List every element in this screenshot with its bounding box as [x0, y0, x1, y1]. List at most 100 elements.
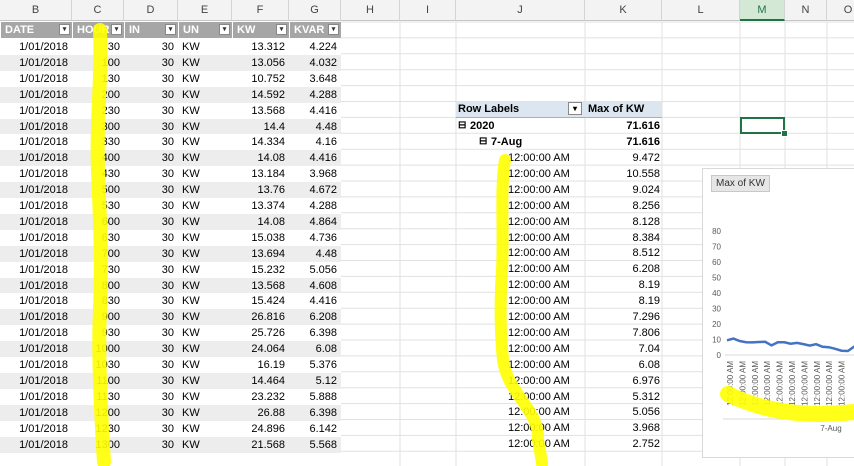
pivot-row-label[interactable]: 12:00:00 AM — [508, 436, 570, 452]
table-cell-in[interactable]: 30 — [124, 87, 178, 103]
table-cell-un[interactable]: KW — [178, 309, 232, 325]
column-header-e[interactable]: E — [178, 0, 232, 21]
pivot-row-label[interactable]: 12:00:00 AM — [508, 420, 570, 436]
table-cell-in[interactable]: 30 — [124, 55, 178, 71]
filter-dropdown-icon[interactable]: ▾ — [328, 24, 339, 35]
filter-dropdown-icon[interactable]: ▾ — [276, 24, 287, 35]
table-cell-kvar[interactable]: 4.288 — [289, 198, 341, 214]
table-cell-kvar[interactable]: 4.416 — [289, 293, 341, 309]
table-cell-kw[interactable]: 24.064 — [232, 341, 289, 357]
table-cell-in[interactable]: 30 — [124, 262, 178, 278]
table-cell-kw[interactable]: 26.88 — [232, 405, 289, 421]
column-header-j[interactable]: J — [456, 0, 585, 21]
table-cell-kvar[interactable]: 6.142 — [289, 421, 341, 437]
pivot-row-value[interactable]: 7.806 — [632, 325, 660, 341]
pivot-row-label[interactable]: 12:00:00 AM — [508, 389, 570, 405]
pivot-row-value[interactable]: 3.968 — [632, 420, 660, 436]
table-cell-kvar[interactable]: 4.032 — [289, 55, 341, 71]
series-line[interactable] — [726, 337, 854, 353]
filter-dropdown-icon[interactable]: ▾ — [165, 24, 176, 35]
table-cell-kw[interactable]: 24.896 — [232, 421, 289, 437]
table-cell-in[interactable]: 30 — [124, 150, 178, 166]
pivot-row-value[interactable]: 10.558 — [626, 166, 660, 182]
table-cell-kvar[interactable]: 5.376 — [289, 357, 341, 373]
pivot-row-label[interactable]: 12:00:00 AM — [508, 230, 570, 246]
pivot-row-label[interactable]: 12:00:00 AM — [508, 166, 570, 182]
table-cell-hour[interactable]: 1200 — [72, 405, 124, 421]
table-cell-kw[interactable]: 14.592 — [232, 87, 289, 103]
pivot-row-value[interactable]: 8.384 — [632, 230, 660, 246]
table-cell-in[interactable]: 30 — [124, 230, 178, 246]
table-cell-hour[interactable]: 1230 — [72, 421, 124, 437]
table-cell-kw[interactable]: 13.374 — [232, 198, 289, 214]
table-cell-kw[interactable]: 15.232 — [232, 262, 289, 278]
column-header-d[interactable]: D — [124, 0, 178, 21]
table-cell-date[interactable]: 1/01/2018 — [0, 103, 72, 119]
table-cell-in[interactable]: 30 — [124, 421, 178, 437]
pivot-row-value[interactable]: 8.19 — [639, 277, 660, 293]
table-cell-in[interactable]: 30 — [124, 278, 178, 294]
pivot-row-label[interactable]: 12:00:00 AM — [508, 214, 570, 230]
table-cell-un[interactable]: KW — [178, 55, 232, 71]
table-cell-in[interactable]: 30 — [124, 325, 178, 341]
table-cell-hour[interactable]: 230 — [72, 103, 124, 119]
pivot-row-value[interactable]: 2.752 — [632, 436, 660, 452]
table-cell-kvar[interactable]: 3.648 — [289, 71, 341, 87]
table-cell-hour[interactable]: 30 — [72, 39, 124, 55]
table-cell-hour[interactable]: 100 — [72, 55, 124, 71]
table-cell-in[interactable]: 30 — [124, 119, 178, 135]
table-cell-kvar[interactable]: 4.48 — [289, 119, 341, 135]
table-cell-in[interactable]: 30 — [124, 198, 178, 214]
table-cell-un[interactable]: KW — [178, 87, 232, 103]
table-cell-kw[interactable]: 13.184 — [232, 166, 289, 182]
table-cell-in[interactable]: 30 — [124, 293, 178, 309]
table-cell-kw[interactable]: 14.334 — [232, 134, 289, 150]
pivot-row-value[interactable]: 8.512 — [632, 245, 660, 261]
pivot-row-value[interactable]: 8.128 — [632, 214, 660, 230]
table-cell-date[interactable]: 1/01/2018 — [0, 325, 72, 341]
pivot-row-label[interactable]: 12:00:00 AM — [508, 325, 570, 341]
table-cell-in[interactable]: 30 — [124, 103, 178, 119]
table-cell-date[interactable]: 1/01/2018 — [0, 341, 72, 357]
pivot-row-value[interactable]: 9.472 — [632, 150, 660, 166]
table-cell-in[interactable]: 30 — [124, 373, 178, 389]
table-cell-date[interactable]: 1/01/2018 — [0, 39, 72, 55]
table-cell-hour[interactable]: 1300 — [72, 437, 124, 453]
table-cell-date[interactable]: 1/01/2018 — [0, 421, 72, 437]
table-cell-kvar[interactable]: 5.888 — [289, 389, 341, 405]
table-cell-un[interactable]: KW — [178, 214, 232, 230]
pivot-row-value[interactable]: 8.19 — [639, 293, 660, 309]
table-cell-kvar[interactable]: 4.416 — [289, 150, 341, 166]
table-cell-date[interactable]: 1/01/2018 — [0, 437, 72, 453]
pivot-row-value[interactable]: 71.616 — [626, 118, 660, 134]
table-cell-kvar[interactable]: 6.208 — [289, 309, 341, 325]
table-cell-kw[interactable]: 13.568 — [232, 103, 289, 119]
pivot-row-label[interactable]: 12:00:00 AM — [508, 198, 570, 214]
pivot-row-value[interactable]: 9.024 — [632, 182, 660, 198]
table-cell-in[interactable]: 30 — [124, 182, 178, 198]
table-cell-un[interactable]: KW — [178, 39, 232, 55]
table-cell-hour[interactable]: 1100 — [72, 373, 124, 389]
table-cell-in[interactable]: 30 — [124, 166, 178, 182]
table-cell-date[interactable]: 1/01/2018 — [0, 198, 72, 214]
table-cell-un[interactable]: KW — [178, 389, 232, 405]
column-header-c[interactable]: C — [72, 0, 124, 21]
table-cell-in[interactable]: 30 — [124, 357, 178, 373]
table-cell-un[interactable]: KW — [178, 325, 232, 341]
collapse-icon[interactable]: ⊟ — [458, 118, 466, 134]
table-cell-hour[interactable]: 400 — [72, 150, 124, 166]
table-cell-in[interactable]: 30 — [124, 405, 178, 421]
table-cell-un[interactable]: KW — [178, 230, 232, 246]
table-cell-hour[interactable]: 430 — [72, 166, 124, 182]
pivot-row-label[interactable]: 12:00:00 AM — [508, 404, 570, 420]
table-cell-in[interactable]: 30 — [124, 389, 178, 405]
filter-dropdown-icon[interactable]: ▾ — [59, 24, 70, 35]
table-cell-hour[interactable]: 130 — [72, 71, 124, 87]
column-header-l[interactable]: L — [662, 0, 740, 21]
pivot-row-label[interactable]: 12:00:00 AM — [508, 261, 570, 277]
pivot-row-label[interactable]: 12:00:00 AM — [508, 293, 570, 309]
table-cell-date[interactable]: 1/01/2018 — [0, 309, 72, 325]
table-cell-date[interactable]: 1/01/2018 — [0, 246, 72, 262]
table-cell-un[interactable]: KW — [178, 71, 232, 87]
pivot-row-label[interactable]: 12:00:00 AM — [508, 245, 570, 261]
